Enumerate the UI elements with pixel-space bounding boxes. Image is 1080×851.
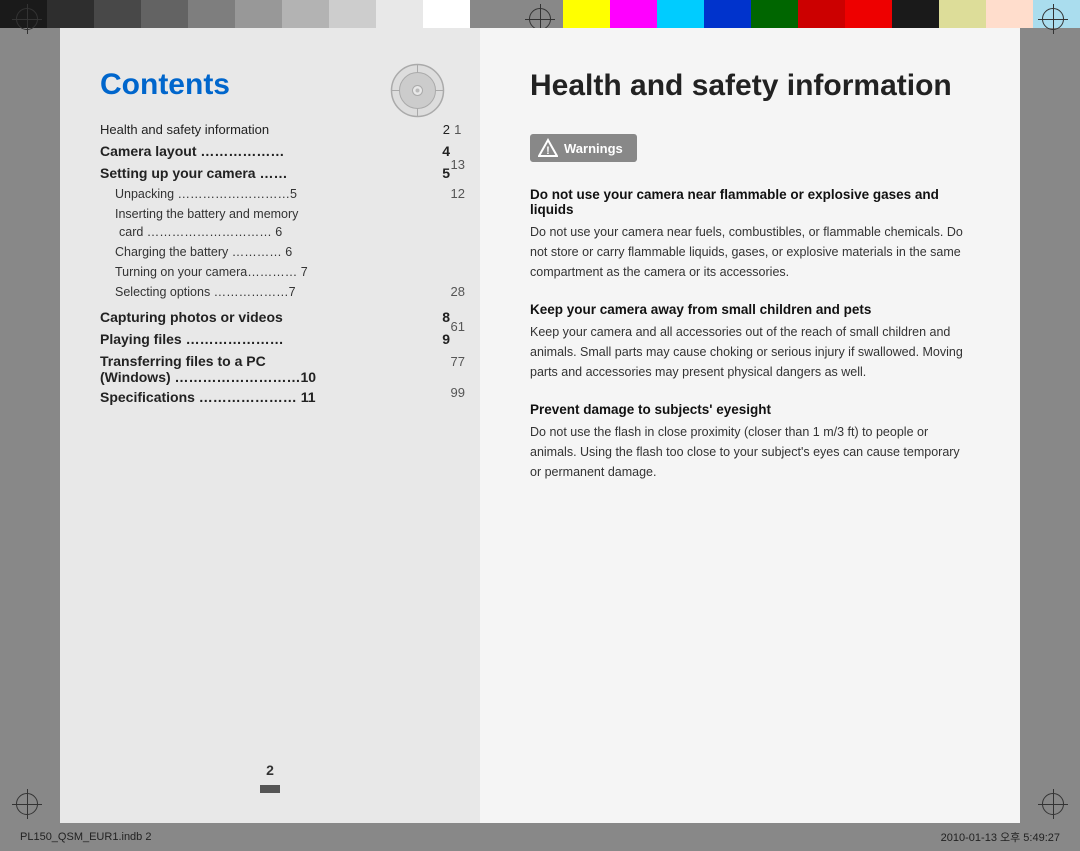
toc-item-battery-insert: Inserting the battery and memory card ……… — [100, 205, 450, 241]
num-1: 1 — [451, 123, 465, 136]
toc-item-health: Health and safety information 2 — [100, 122, 450, 137]
num-12: 12 — [451, 187, 465, 200]
toc-label-selecting: Selecting options ………………7 — [115, 285, 296, 299]
svg-text:!: ! — [546, 145, 550, 157]
warning-heading-1: Do not use your camera near flammable or… — [530, 187, 970, 217]
toc-label-charging: Charging the battery ………… 6 — [115, 245, 292, 259]
toc-label-battery-insert: Inserting the battery and memory — [115, 207, 298, 221]
footer-bar: PL150_QSM_EUR1.indb 2 2010-01-13 오후 5:49… — [0, 823, 1080, 851]
num-61: 61 — [451, 320, 465, 333]
toc-page-capturing: 8 — [442, 309, 450, 325]
toc: Health and safety information 2 Camera l… — [100, 122, 450, 407]
cd-icon — [390, 63, 445, 118]
warning-triangle-icon: ! — [538, 138, 558, 158]
footer-right: 2010-01-13 오후 5:49:27 — [941, 829, 1060, 845]
warning-heading-2: Keep your camera away from small childre… — [530, 302, 970, 317]
toc-label-health: Health and safety information — [100, 122, 439, 137]
numbers-column: 1 13 12 28 61 77 99 — [451, 123, 465, 399]
toc-label-unpacking: Unpacking ………………………5 — [115, 187, 297, 201]
toc-item-camera: Camera layout ……………… 4 — [100, 143, 450, 159]
num-77: 77 — [451, 355, 465, 368]
warnings-badge: ! Warnings — [530, 134, 637, 162]
warnings-label: Warnings — [564, 141, 623, 156]
toc-item-transfer-row: Transferring files to a PC — [100, 353, 450, 369]
toc-label-transfer: Transferring files to a PC — [100, 353, 450, 369]
toc-page-health: 2 — [443, 122, 450, 137]
warning-body-3: Do not use the flash in close proximity … — [530, 422, 970, 482]
toc-page-playing: 9 — [442, 331, 450, 347]
toc-label-capturing: Capturing photos or videos — [100, 309, 438, 325]
toc-label-camera: Camera layout ……………… — [100, 143, 438, 159]
warning-body-2: Keep your camera and all accessories out… — [530, 322, 970, 382]
toc-label-playing: Playing files ………………… — [100, 331, 438, 347]
toc-label-transfer2: (Windows) ………………………10 — [100, 369, 450, 385]
warning-heading-3: Prevent damage to subjects' eyesight — [530, 402, 970, 417]
toc-label-specs: Specifications ………………… 11 — [100, 389, 316, 405]
crosshair-top-right — [1038, 4, 1068, 34]
toc-page-setup: 5 — [442, 165, 450, 181]
num-28: 28 — [451, 285, 465, 298]
right-page: Health and safety information ! Warnings… — [480, 28, 1020, 823]
toc-label-battery-insert2: card ………………………… 6 — [115, 225, 282, 239]
crosshair-bottom-right — [1038, 789, 1068, 819]
footer-left: PL150_QSM_EUR1.indb 2 — [20, 831, 151, 843]
warning-section-2: Keep your camera away from small childre… — [530, 302, 970, 382]
page-spread: Contents Health and safety information 2 — [60, 28, 1020, 823]
toc-item-capturing: Capturing photos or videos 8 — [100, 309, 450, 325]
warning-body-1: Do not use your camera near fuels, combu… — [530, 222, 970, 282]
toc-item-selecting: Selecting options ………………7 — [100, 283, 450, 301]
toc-page-camera: 4 — [442, 143, 450, 159]
warning-section-1: Do not use your camera near flammable or… — [530, 187, 970, 282]
warning-section-3: Prevent damage to subjects' eyesight Do … — [530, 402, 970, 482]
toc-label-turnon: Turning on your camera………… 7 — [115, 265, 308, 279]
health-title: Health and safety information — [530, 68, 970, 104]
toc-item-playing: Playing files ………………… 9 — [100, 331, 450, 347]
toc-item-setup: Setting up your camera …… 5 — [100, 165, 450, 181]
num-13: 13 — [451, 158, 465, 171]
toc-item-turnon: Turning on your camera………… 7 — [100, 263, 450, 281]
left-page-number: 2 — [266, 762, 274, 778]
toc-item-charging: Charging the battery ………… 6 — [100, 243, 450, 261]
crosshair-bottom-left — [12, 789, 42, 819]
num-99: 99 — [451, 386, 465, 399]
left-page: Contents Health and safety information 2 — [60, 28, 480, 823]
toc-item-unpacking: Unpacking ………………………5 — [100, 185, 450, 203]
toc-label-setup: Setting up your camera …… — [100, 165, 438, 181]
crosshair-top-left — [12, 4, 42, 34]
left-page-bar — [260, 785, 280, 793]
toc-item-specs: Specifications ………………… 11 — [100, 389, 450, 407]
toc-item-transfer: Transferring files to a PC (Windows) ………… — [100, 353, 450, 385]
